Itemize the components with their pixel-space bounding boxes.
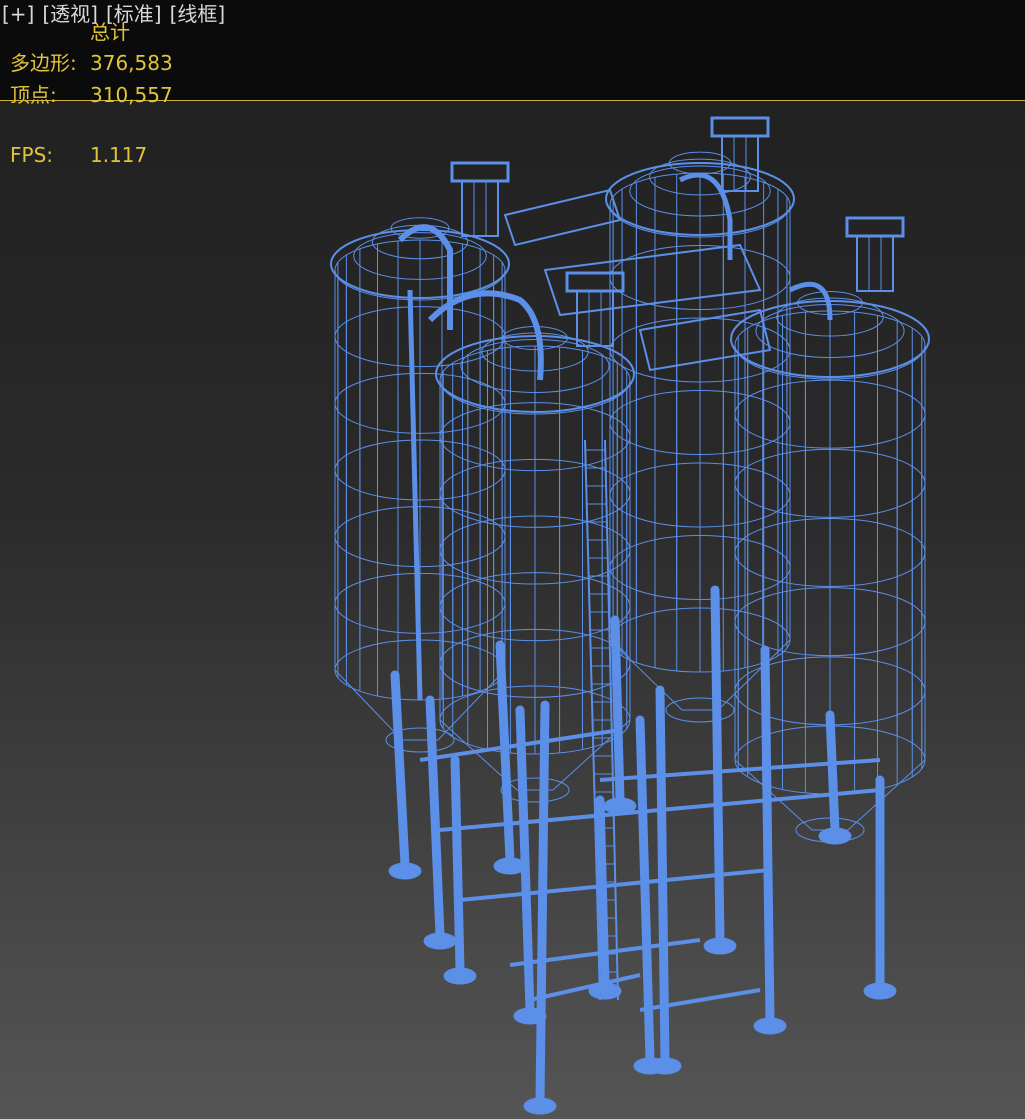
silo-back-right: [605, 151, 795, 723]
cross-brace: [639, 988, 761, 1012]
wireframe-model[interactable]: [0, 0, 1025, 1119]
wireframe-group: [330, 151, 930, 843]
leg-base-plate: [753, 1017, 787, 1035]
leg-base-plate: [703, 937, 737, 955]
support-leg: [760, 645, 775, 1025]
pipe: [407, 289, 423, 701]
vent-housing: [576, 290, 614, 347]
support-leg: [535, 700, 550, 1105]
leg-base-plate: [818, 827, 852, 845]
vent-cap: [710, 116, 770, 138]
walkway-top: [503, 188, 622, 247]
vent-housing: [856, 235, 894, 292]
perspective-viewport[interactable]: [0, 0, 1025, 1119]
vent-cap: [845, 216, 905, 238]
cross-brace: [529, 973, 641, 1002]
vent-housing: [461, 180, 499, 237]
leg-base-plate: [443, 967, 477, 985]
leg-base-plate: [863, 982, 897, 1000]
support-leg: [450, 755, 465, 975]
support-leg: [390, 670, 410, 870]
support-leg: [825, 710, 840, 835]
leg-base-plate: [423, 932, 457, 950]
support-leg: [710, 585, 725, 945]
leg-base-plate: [523, 1097, 557, 1115]
vent-cap: [450, 161, 510, 183]
support-leg: [425, 695, 445, 940]
leg-base-plate: [648, 1057, 682, 1075]
support-leg: [495, 640, 515, 865]
leg-base-plate: [388, 862, 422, 880]
support-leg: [610, 615, 625, 805]
